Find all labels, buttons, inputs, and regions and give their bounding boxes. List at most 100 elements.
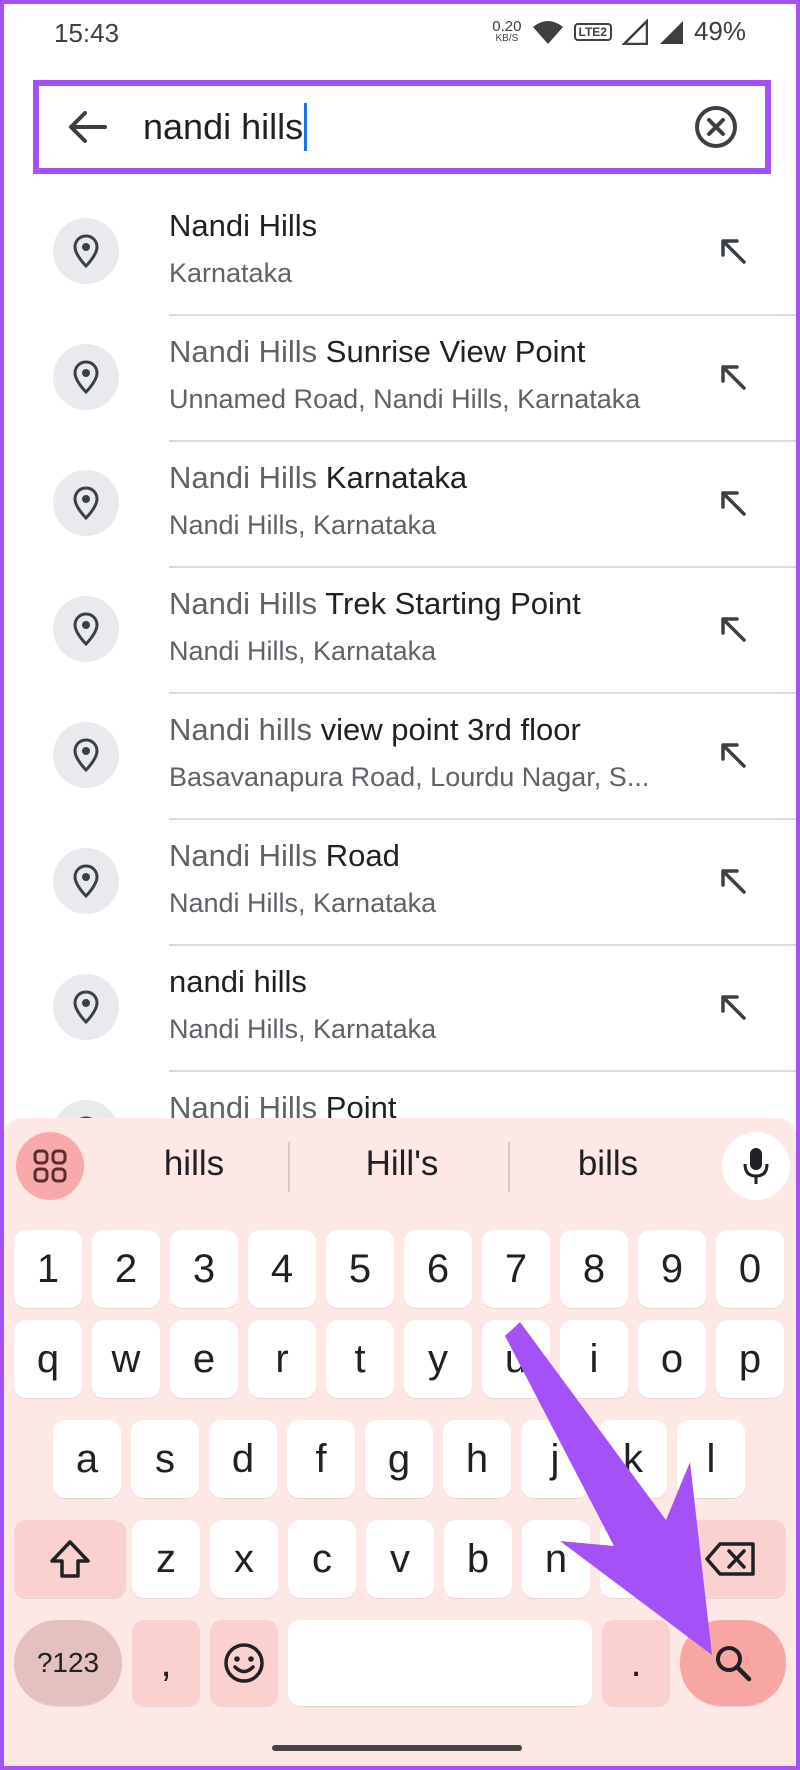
fill-query-button[interactable] [718, 614, 748, 644]
key-i[interactable]: i [560, 1320, 628, 1398]
key-n[interactable]: n [522, 1520, 590, 1598]
space-key[interactable] [288, 1620, 592, 1706]
back-button[interactable] [57, 97, 117, 157]
key-m[interactable]: m [600, 1520, 668, 1598]
symbols-key[interactable]: ?123 [14, 1620, 122, 1706]
key-w[interactable]: w [92, 1320, 160, 1398]
fill-query-button[interactable] [718, 740, 748, 770]
key-9[interactable]: 9 [638, 1230, 706, 1308]
backspace-key[interactable] [674, 1520, 786, 1598]
backspace-icon [705, 1542, 755, 1576]
suggestion-3[interactable]: bills [508, 1144, 708, 1184]
result-item[interactable]: Nandi Hills Point [0, 1072, 800, 1120]
key-u[interactable]: u [482, 1320, 550, 1398]
key-t[interactable]: t [326, 1320, 394, 1398]
key-s[interactable]: s [131, 1420, 199, 1498]
key-h[interactable]: h [443, 1420, 511, 1498]
location-pin-icon [73, 612, 99, 646]
key-c[interactable]: c [288, 1520, 356, 1598]
emoji-key[interactable] [210, 1620, 278, 1706]
result-item[interactable]: Nandi Hills Sunrise View Point Unnamed Ro… [0, 316, 800, 442]
result-title-match: Nandi Hills [169, 586, 318, 621]
apps-grid-button[interactable] [16, 1132, 84, 1200]
key-o[interactable]: o [638, 1320, 706, 1398]
microphone-icon [743, 1148, 769, 1184]
result-title: Nandi Hills Sunrise View Point [169, 334, 689, 370]
fill-query-arrow-icon [721, 491, 746, 516]
key-z[interactable]: z [132, 1520, 200, 1598]
key-d[interactable]: d [209, 1420, 277, 1498]
location-pin-icon [73, 990, 99, 1024]
key-b[interactable]: b [444, 1520, 512, 1598]
shift-key[interactable] [14, 1520, 126, 1598]
key-6[interactable]: 6 [404, 1230, 472, 1308]
shift-icon [50, 1540, 90, 1578]
key-5[interactable]: 5 [326, 1230, 394, 1308]
result-subtitle: Nandi Hills, Karnataka [169, 1014, 437, 1044]
search-query-text: nandi hills [143, 106, 304, 147]
result-item[interactable]: Nandi Hills Karnataka [0, 190, 800, 316]
key-p[interactable]: p [716, 1320, 784, 1398]
result-title: Nandi Hills [169, 208, 689, 244]
key-3[interactable]: 3 [170, 1230, 238, 1308]
fill-query-button[interactable] [718, 362, 748, 392]
result-title-match: Nandi Hills [169, 1090, 318, 1120]
fill-query-arrow-icon [721, 239, 746, 264]
suggestion-1[interactable]: hills [94, 1144, 294, 1184]
suggestion-divider [288, 1142, 290, 1192]
key-f[interactable]: f [287, 1420, 355, 1498]
key-l[interactable]: l [677, 1420, 745, 1498]
result-text: Nandi Hills Road Nandi Hills, Karnataka [169, 838, 689, 919]
key-v[interactable]: v [366, 1520, 434, 1598]
fill-query-arrow-icon [721, 743, 746, 768]
key-4[interactable]: 4 [248, 1230, 316, 1308]
key-r[interactable]: r [248, 1320, 316, 1398]
result-item[interactable]: Nandi Hills Road Nandi Hills, Karnataka [0, 820, 800, 946]
fill-query-button[interactable] [718, 992, 748, 1022]
result-title-rest: Road [317, 838, 400, 873]
result-item[interactable]: Nandi hills view point 3rd floor Basavana… [0, 694, 800, 820]
result-text: nandi hills Nandi Hills, Karnataka [169, 964, 689, 1045]
key-0[interactable]: 0 [716, 1230, 784, 1308]
key-x[interactable]: x [210, 1520, 278, 1598]
place-icon-circle [53, 596, 119, 662]
key-1[interactable]: 1 [14, 1230, 82, 1308]
period-key[interactable]: . [602, 1620, 670, 1706]
location-pin-icon [73, 234, 99, 268]
result-subtitle: Nandi Hills, Karnataka [169, 636, 437, 666]
fill-query-arrow-icon [721, 995, 746, 1020]
wifi-icon [532, 20, 563, 44]
result-item[interactable]: Nandi Hills Trek Starting Point Nandi Hil… [0, 568, 800, 694]
key-y[interactable]: y [404, 1320, 472, 1398]
result-text: Nandi hills view point 3rd floor Basavana… [169, 712, 689, 793]
comma-key[interactable]: , [132, 1620, 200, 1706]
result-item[interactable]: Nandi Hills Karnataka Nandi Hills, Karnat… [0, 442, 800, 568]
search-results-list: Nandi Hills Karnataka Nandi Hills Sunrise … [0, 190, 800, 1120]
place-icon-circle [53, 1100, 119, 1120]
key-j[interactable]: j [521, 1420, 589, 1498]
result-item[interactable]: nandi hills Nandi Hills, Karnataka [0, 946, 800, 1072]
key-8[interactable]: 8 [560, 1230, 628, 1308]
key-7[interactable]: 7 [482, 1230, 550, 1308]
search-input[interactable]: nandi hills [143, 103, 308, 151]
volte-icon: LTE2 [573, 22, 612, 41]
key-g[interactable]: g [365, 1420, 433, 1498]
fill-query-button[interactable] [718, 236, 748, 266]
network-speed-unit: KB/S [495, 33, 519, 44]
result-text: Nandi Hills Trek Starting Point Nandi Hil… [169, 586, 689, 667]
key-k[interactable]: k [599, 1420, 667, 1498]
key-q[interactable]: q [14, 1320, 82, 1398]
clear-search-icon[interactable] [691, 102, 741, 152]
key-a[interactable]: a [53, 1420, 121, 1498]
search-enter-key[interactable] [680, 1620, 786, 1706]
place-icon-circle [53, 470, 119, 536]
fill-query-button[interactable] [718, 488, 748, 518]
result-title-match: Nandi Hills [169, 460, 318, 495]
status-bar: 15:43 0.20 KB/S LTE2 49% [0, 0, 800, 70]
key-e[interactable]: e [170, 1320, 238, 1398]
suggestion-2[interactable]: Hill's [302, 1144, 502, 1184]
fill-query-button[interactable] [718, 866, 748, 896]
voice-input-button[interactable] [722, 1132, 790, 1200]
key-2[interactable]: 2 [92, 1230, 160, 1308]
place-icon-circle [53, 848, 119, 914]
